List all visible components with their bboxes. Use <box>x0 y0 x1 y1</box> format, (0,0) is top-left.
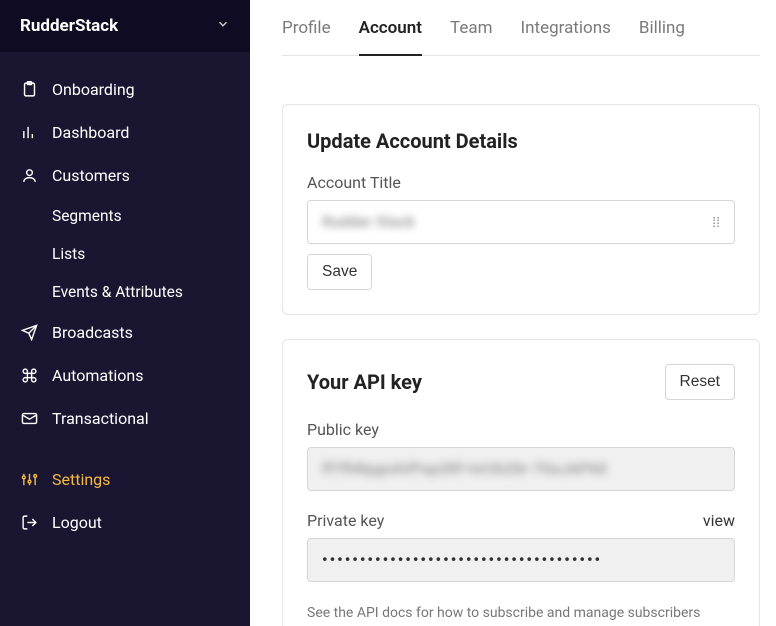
nav-customers[interactable]: Customers <box>0 154 250 197</box>
tab-profile[interactable]: Profile <box>282 18 331 55</box>
nav-broadcasts[interactable]: Broadcasts <box>0 311 250 354</box>
clipboard-icon <box>20 81 38 99</box>
send-icon <box>20 324 38 342</box>
sidebar: RudderStack Onboarding Dashboard Custome… <box>0 0 250 626</box>
account-title-value: Rudder Stack <box>322 213 415 231</box>
nav-list: Onboarding Dashboard Customers Segments … <box>0 52 250 544</box>
nav-label: Automations <box>52 366 143 385</box>
mail-icon <box>20 410 38 428</box>
brand-name: RudderStack <box>20 16 118 36</box>
nav-dashboard[interactable]: Dashboard <box>0 111 250 154</box>
private-key-field[interactable]: ••••••••••••••••••••••••••••••••••••• <box>307 538 735 582</box>
api-help-text: See the API docs for how to subscribe an… <box>307 602 735 626</box>
main-content: Profile Account Team Integrations Billin… <box>250 0 776 626</box>
workspace-switcher[interactable]: RudderStack <box>0 0 250 52</box>
settings-tabs: Profile Account Team Integrations Billin… <box>282 0 760 56</box>
nav-label: Transactional <box>52 409 149 428</box>
tab-account[interactable]: Account <box>359 18 422 56</box>
nav-label: Dashboard <box>52 123 129 142</box>
nav-label: Settings <box>52 470 110 489</box>
sliders-icon <box>20 471 38 489</box>
private-key-value: ••••••••••••••••••••••••••••••••••••• <box>322 551 602 569</box>
nav-automations[interactable]: Automations <box>0 354 250 397</box>
view-private-key-link[interactable]: view <box>703 511 735 530</box>
chevron-down-icon <box>216 17 230 35</box>
tab-billing[interactable]: Billing <box>639 18 685 55</box>
nav-onboarding[interactable]: Onboarding <box>0 68 250 111</box>
nav-sub-segments[interactable]: Segments <box>0 197 250 235</box>
account-title-input[interactable]: Rudder Stack ⁞⁞ <box>307 200 735 244</box>
api-key-card: Your API key Reset Public key ff7fhRpgsA… <box>282 339 760 626</box>
card-title: Your API key <box>307 370 422 394</box>
command-icon <box>20 367 38 385</box>
input-handle-icon: ⁞⁞ <box>712 214 720 231</box>
nav-sub-events-attributes[interactable]: Events & Attributes <box>0 273 250 311</box>
logout-icon <box>20 514 38 532</box>
account-details-card: Update Account Details Account Title Rud… <box>282 104 760 315</box>
public-key-field[interactable]: ff7fhRpgsAVPop2Rf-tvCih20r-7GxJAP60 <box>307 447 735 491</box>
nav-label: Broadcasts <box>52 323 133 342</box>
tab-team[interactable]: Team <box>450 18 493 55</box>
bar-chart-icon <box>20 124 38 142</box>
reset-button[interactable]: Reset <box>665 364 736 400</box>
nav-label: Logout <box>52 513 102 532</box>
card-title: Update Account Details <box>307 129 735 153</box>
public-key-label: Public key <box>307 420 735 439</box>
user-icon <box>20 167 38 185</box>
nav-transactional[interactable]: Transactional <box>0 397 250 440</box>
public-key-value: ff7fhRpgsAVPop2Rf-tvCih20r-7GxJAP60 <box>322 460 607 478</box>
nav-sub-lists[interactable]: Lists <box>0 235 250 273</box>
nav-label: Customers <box>52 166 130 185</box>
private-key-label: Private key <box>307 511 384 530</box>
save-button[interactable]: Save <box>307 254 372 290</box>
nav-logout[interactable]: Logout <box>0 501 250 544</box>
account-title-label: Account Title <box>307 173 735 192</box>
tab-integrations[interactable]: Integrations <box>521 18 611 55</box>
nav-label: Onboarding <box>52 80 135 99</box>
nav-settings[interactable]: Settings <box>0 458 250 501</box>
